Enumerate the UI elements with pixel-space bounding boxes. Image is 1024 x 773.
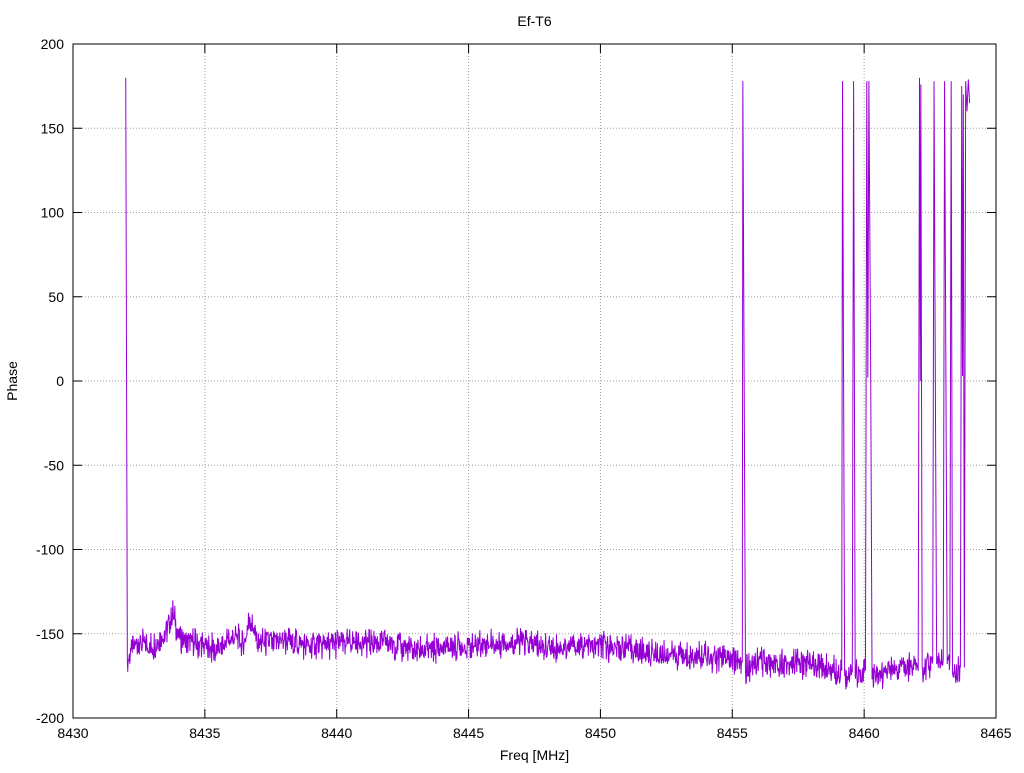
chart-title: Ef-T6 <box>517 13 551 29</box>
y-tick-label: -150 <box>36 626 64 642</box>
x-tick-label: 8450 <box>585 725 616 741</box>
x-tick-label: 8435 <box>189 725 220 741</box>
series-line <box>125 77 971 690</box>
y-tick-label: 50 <box>48 289 64 305</box>
series-layer <box>125 77 971 690</box>
y-tick-label: -100 <box>36 542 64 558</box>
x-tick-label: 8455 <box>717 725 748 741</box>
chart: 8430 8435 8440 8445 8450 8455 8460 8465 -200 -150… <box>0 0 1024 768</box>
grid <box>73 44 996 718</box>
x-tick-label: 8430 <box>57 725 88 741</box>
x-tick-label: 8465 <box>980 725 1011 741</box>
x-axis-label: Freq [MHz] <box>500 747 569 763</box>
y-tick-label: 200 <box>41 36 65 52</box>
y-tick-label: 150 <box>41 120 65 136</box>
x-tick-label: 8460 <box>849 725 880 741</box>
y-tick-label: 100 <box>41 205 65 221</box>
y-tick-label: -200 <box>36 710 64 726</box>
y-axis-label: Phase <box>4 361 20 401</box>
y-tick-label: -50 <box>44 457 64 473</box>
x-tick-label: 8440 <box>321 725 352 741</box>
y-tick-label: 0 <box>56 373 64 389</box>
chart-svg: 8430 8435 8440 8445 8450 8455 8460 8465 -200 -150… <box>4 13 1012 763</box>
x-tick-label: 8445 <box>453 725 484 741</box>
